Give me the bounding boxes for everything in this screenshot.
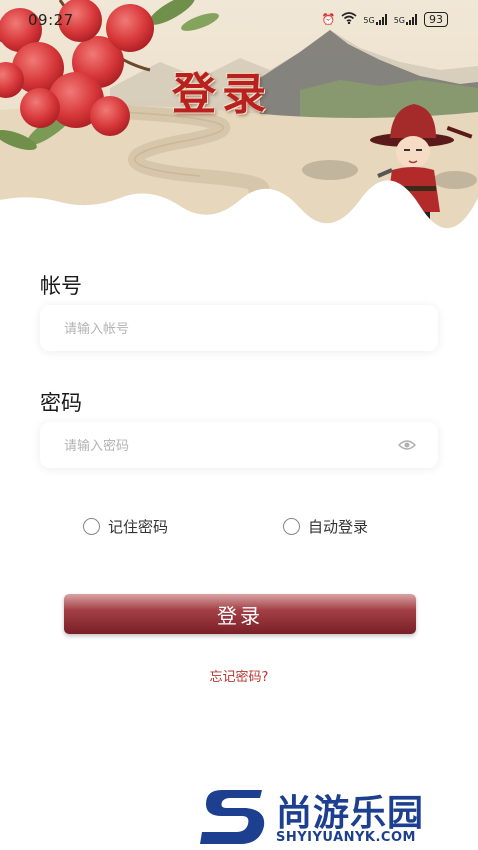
page-title: 登录: [172, 69, 272, 120]
account-field[interactable]: [40, 305, 438, 353]
password-label: 密码: [40, 391, 82, 415]
eye-icon[interactable]: [398, 438, 416, 452]
forgot-password-link[interactable]: 忘记密码?: [0, 666, 478, 685]
status-time: 09:27: [28, 11, 74, 29]
account-label: 帐号: [40, 274, 82, 298]
password-field[interactable]: [40, 422, 438, 470]
signal-icon-1: 5G: [363, 14, 387, 25]
status-icons: ⏰ 5G 5G 93: [322, 12, 448, 27]
account-input[interactable]: [62, 305, 386, 353]
network-type-label: 5G: [393, 16, 405, 25]
watermark-en: SHYIYUANYK.COM: [276, 830, 416, 845]
password-input[interactable]: [62, 422, 386, 470]
remember-password-option[interactable]: 记住密码: [83, 516, 168, 537]
watermark-logo: 尚游乐园 SHYIYUANYK.COM: [200, 784, 470, 846]
network-type-label: 5G: [363, 16, 375, 25]
status-bar: 09:27 ⏰ 5G 5G 93: [0, 0, 478, 36]
alarm-icon: ⏰: [321, 13, 336, 26]
s-logo-icon: [200, 790, 265, 844]
auto-login-option[interactable]: 自动登录: [283, 516, 368, 537]
signal-icon-2: 5G: [394, 14, 418, 25]
auto-login-label: 自动登录: [308, 518, 369, 536]
watermark-cn: 尚游乐园: [276, 793, 425, 834]
battery-icon: 93: [424, 12, 448, 27]
auto-login-radio[interactable]: [283, 518, 300, 535]
remember-password-radio[interactable]: [83, 518, 100, 535]
wifi-icon: [341, 12, 357, 27]
login-button[interactable]: 登录: [64, 594, 416, 634]
remember-password-label: 记住密码: [108, 518, 169, 536]
